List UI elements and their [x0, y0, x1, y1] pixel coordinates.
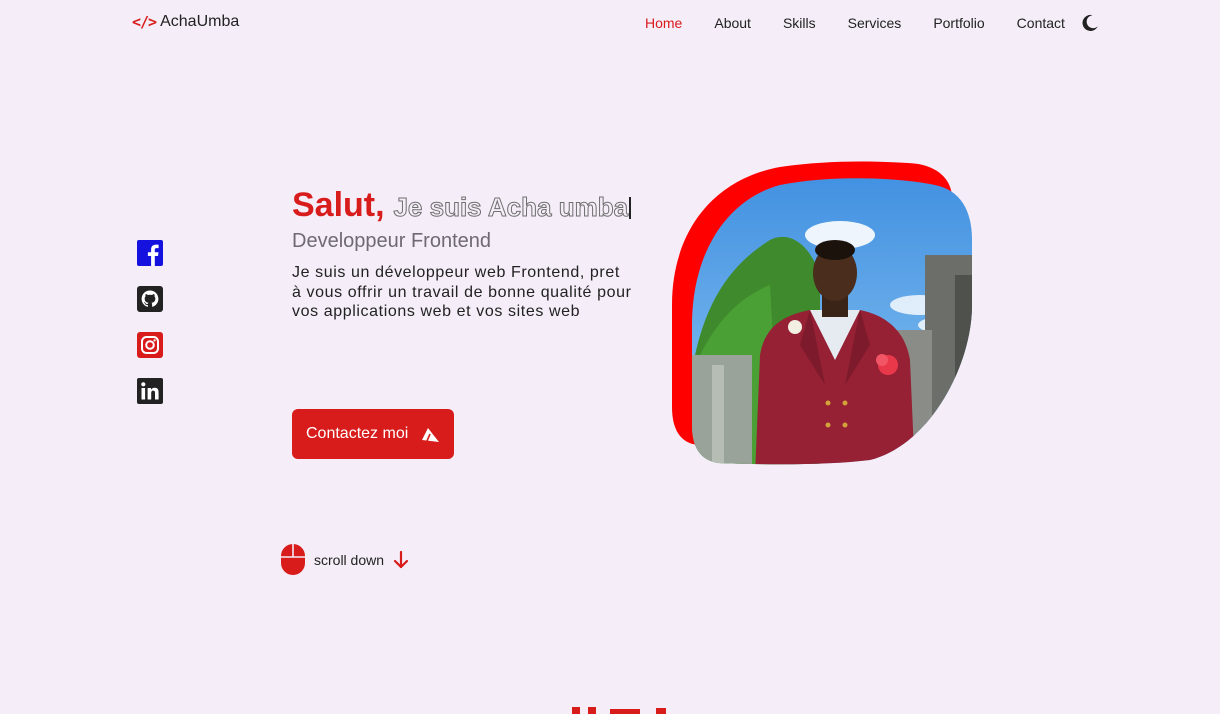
arrow-down-icon [393, 550, 409, 568]
nav-home[interactable]: Home [645, 15, 682, 31]
nav-services[interactable]: Services [848, 15, 902, 31]
instagram-icon [137, 332, 163, 358]
nav-contact[interactable]: Contact [1017, 15, 1065, 31]
logo-text: AchaUmba [160, 13, 240, 30]
mouse-icon [281, 544, 305, 575]
hero-subtitle: Developpeur Frontend [292, 230, 492, 252]
typing-caret [629, 197, 632, 219]
facebook-icon [137, 240, 163, 266]
nav-skills[interactable]: Skills [783, 15, 816, 31]
logo[interactable]: </> AchaUmba [132, 13, 239, 31]
linkedin-icon [137, 378, 163, 404]
moon-icon[interactable] [1081, 14, 1099, 32]
hero-description: Je suis un développeur web Frontend, pre… [292, 264, 632, 320]
hero-title: Salut, Je suis Acha umba [292, 188, 632, 224]
site-header: </> AchaUmba Home About Skills Services … [0, 0, 1220, 46]
send-icon [422, 428, 440, 442]
contact-button-label: Contactez moi [306, 425, 409, 442]
scroll-down-link[interactable]: scroll down [280, 543, 410, 576]
github-link[interactable] [137, 286, 163, 312]
scroll-down-label: scroll down [314, 551, 385, 568]
contact-button[interactable]: Contactez moi [292, 409, 454, 459]
facebook-link[interactable] [137, 240, 163, 266]
greeting: Salut, [292, 186, 385, 224]
nav-about[interactable]: About [714, 15, 751, 31]
hero-intro: Salut, Je suis Acha umba Developpeur Fro… [292, 188, 632, 322]
nav-portfolio[interactable]: Portfolio [933, 15, 984, 31]
instagram-link[interactable] [137, 332, 163, 358]
linkedin-link[interactable] [137, 378, 163, 404]
github-icon [137, 286, 163, 312]
social-links [137, 240, 163, 404]
code-icon: </> [132, 13, 157, 31]
typed-intro: Je suis Acha umba [393, 192, 629, 223]
next-section-heading-peek [572, 707, 666, 714]
main-nav: Home About Skills Services Portfolio Con… [645, 15, 1065, 31]
profile-photo [672, 161, 972, 465]
